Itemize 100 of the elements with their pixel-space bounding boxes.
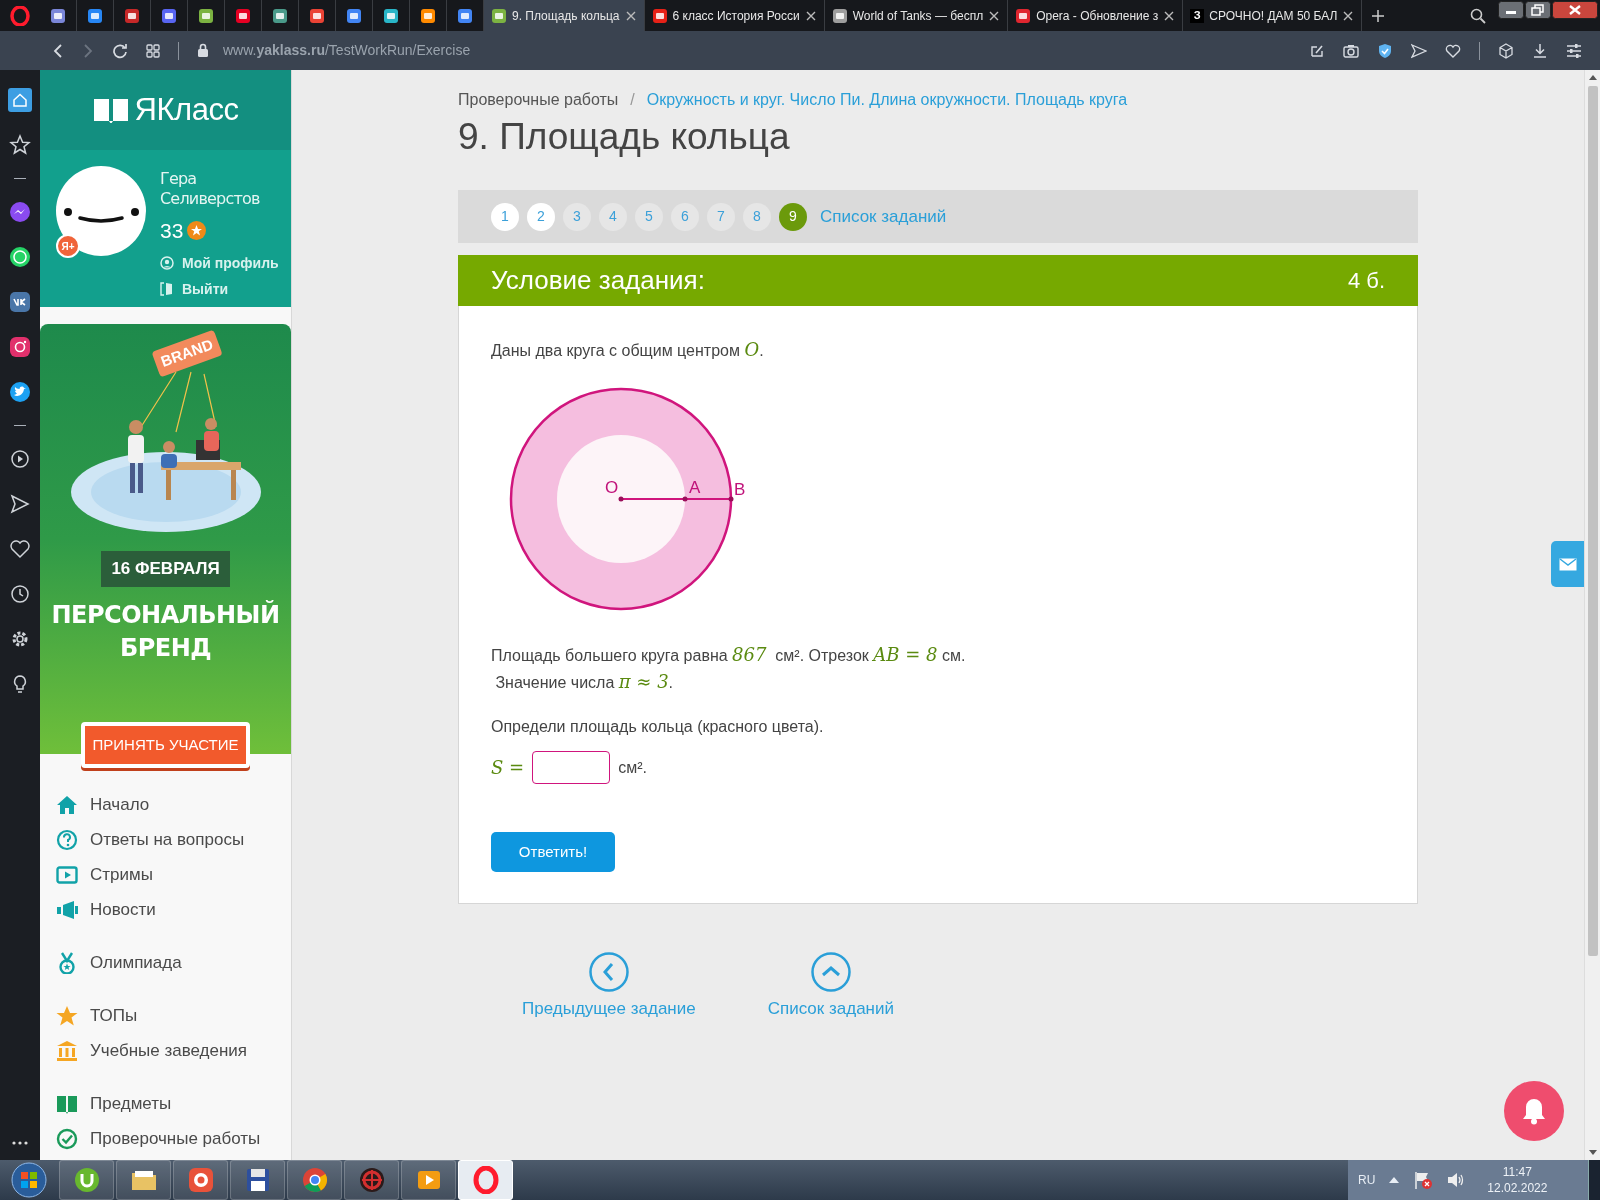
- mail-button[interactable]: [1551, 541, 1584, 587]
- whatsapp-icon[interactable]: [8, 245, 32, 269]
- building-icon: [56, 1040, 78, 1062]
- sidebar-nav-link[interactable]: Учебные заведения: [56, 1040, 291, 1062]
- close-icon[interactable]: [988, 9, 1001, 22]
- browser-tab[interactable]: 9. Площадь кольца: [484, 0, 645, 31]
- sidebar-nav-link[interactable]: Начало: [56, 794, 291, 816]
- network-flag-icon[interactable]: [1413, 1170, 1434, 1190]
- task-number-link[interactable]: 4: [599, 202, 627, 231]
- submit-button[interactable]: Ответить!: [491, 832, 615, 872]
- task-number-link[interactable]: 5: [635, 202, 663, 231]
- sidebar-nav-link[interactable]: Новости: [56, 899, 291, 921]
- task-nav-link[interactable]: Предыдущее задание: [522, 952, 696, 1022]
- breadcrumb-link[interactable]: Проверочные работы: [458, 88, 619, 112]
- close-icon[interactable]: [1342, 9, 1355, 22]
- instagram-icon[interactable]: [8, 335, 32, 359]
- star-icon[interactable]: [8, 133, 32, 157]
- maximize-icon[interactable]: [1525, 1, 1551, 19]
- sidebar-nav-link[interactable]: Предметы: [56, 1093, 291, 1115]
- tab-title: World of Tanks — беспл: [852, 7, 984, 25]
- sidebar-nav-link[interactable]: Стримы: [56, 864, 291, 886]
- sidebar-nav-link[interactable]: Ответы на вопросы: [56, 829, 291, 851]
- cube-icon[interactable]: [1498, 42, 1514, 59]
- plus-icon[interactable]: [1371, 8, 1386, 23]
- task-number-link[interactable]: 3: [563, 202, 591, 231]
- taskbar-app[interactable]: [344, 1160, 399, 1200]
- taskbar-app[interactable]: [59, 1160, 114, 1200]
- clock-date[interactable]: 12.02.2022: [1487, 1180, 1548, 1196]
- taskbar-app[interactable]: [287, 1160, 342, 1200]
- start-button-icon[interactable]: [11, 1162, 47, 1198]
- back-icon[interactable]: [52, 42, 64, 59]
- task-number-link[interactable]: 2: [527, 202, 555, 231]
- book-icon: [56, 1093, 78, 1115]
- user-name: Гера Селиверстов: [160, 169, 261, 209]
- url-field[interactable]: www.yaklass.ru/TestWorkRun/Exercise: [223, 40, 471, 61]
- download-icon[interactable]: [1532, 42, 1548, 59]
- language-indicator[interactable]: RU: [1358, 1171, 1376, 1189]
- speaker-icon[interactable]: [1447, 1172, 1466, 1188]
- scroll-up-icon[interactable]: [1588, 74, 1597, 80]
- utorrent-icon: [72, 1166, 101, 1194]
- taskbar-app[interactable]: [458, 1160, 513, 1200]
- profile-link[interactable]: Выйти: [160, 278, 279, 300]
- minimize-icon[interactable]: [1498, 1, 1524, 19]
- rank-badge: Я+: [56, 234, 80, 258]
- answer-field[interactable]: [532, 751, 611, 784]
- opera-icon: [471, 1166, 500, 1194]
- more-icon[interactable]: [11, 1140, 29, 1146]
- task-number-link[interactable]: 8: [743, 202, 771, 231]
- star-badge-icon: [187, 221, 207, 241]
- send-icon[interactable]: [8, 492, 32, 516]
- task-text: Значение числа π ≈ 3.: [494, 670, 675, 694]
- task-list-link[interactable]: Список заданий: [820, 203, 947, 230]
- messenger-icon[interactable]: [8, 200, 32, 224]
- task-number-link[interactable]: 6: [671, 202, 699, 231]
- taskbar-app[interactable]: [116, 1160, 171, 1200]
- sidebar-nav-link[interactable]: Проверочные работы: [56, 1128, 291, 1150]
- opera-logo-icon[interactable]: [10, 5, 30, 26]
- search-icon[interactable]: [1470, 7, 1486, 24]
- task-number-link[interactable]: 7: [707, 202, 735, 231]
- send-icon[interactable]: [1411, 42, 1427, 59]
- close-icon[interactable]: [1552, 1, 1598, 19]
- taskbar-app[interactable]: [401, 1160, 456, 1200]
- close-icon[interactable]: [804, 9, 817, 22]
- shield-icon[interactable]: [1377, 42, 1393, 59]
- tab-title: 6 класс История Росси: [672, 7, 800, 25]
- taskbar-app[interactable]: [230, 1160, 285, 1200]
- heart-icon[interactable]: [8, 537, 32, 561]
- home-icon[interactable]: [8, 88, 32, 112]
- banner-headline: ПЕРСОНАЛЬНЫЙ БРЕНД: [50, 599, 281, 664]
- sliders-icon[interactable]: [1566, 42, 1582, 59]
- twitter-icon[interactable]: [8, 380, 32, 404]
- answer-label: S =: [491, 756, 525, 780]
- medal-icon: [56, 952, 78, 974]
- taskbar-app[interactable]: [173, 1160, 228, 1200]
- notifications-button[interactable]: [1504, 1081, 1564, 1141]
- heart-icon[interactable]: [1445, 42, 1461, 59]
- task-nav-link[interactable]: Список заданий: [767, 952, 894, 1022]
- scroll-down-icon[interactable]: [1588, 1150, 1597, 1156]
- breadcrumb-separator: /: [630, 90, 635, 110]
- camera-icon[interactable]: [1343, 42, 1359, 59]
- record-app-icon: [186, 1166, 215, 1194]
- participate-button[interactable]: ПРИНЯТЬ УЧАСТИЕ: [80, 722, 251, 768]
- player-icon[interactable]: [8, 447, 32, 471]
- show-desktop-button[interactable]: [1588, 1160, 1600, 1200]
- reload-icon[interactable]: [112, 42, 128, 59]
- sidebar-nav-link[interactable]: ТОПы: [56, 1005, 291, 1027]
- close-icon[interactable]: [1163, 9, 1176, 22]
- point-label: O: [605, 477, 619, 499]
- tabs-grid-icon[interactable]: [146, 43, 160, 58]
- breadcrumb-link[interactable]: Окружность и круг. Число Пи. Длина окружности. Площадь круга: [646, 88, 1128, 112]
- clock-time[interactable]: 11:47: [1502, 1164, 1532, 1180]
- sidebar-nav-link[interactable]: Олимпиада: [56, 952, 291, 974]
- vk-icon[interactable]: [8, 290, 32, 314]
- task-number-link[interactable]: 9: [779, 202, 807, 231]
- clock-icon[interactable]: [8, 582, 32, 606]
- profile-link[interactable]: Мой профиль: [160, 252, 279, 274]
- tray-expand-icon[interactable]: [1389, 1177, 1400, 1183]
- chevron-left-circle-icon: [588, 952, 629, 992]
- scrollbar-thumb[interactable]: [1587, 86, 1598, 956]
- task-number-link[interactable]: 1: [491, 202, 519, 231]
